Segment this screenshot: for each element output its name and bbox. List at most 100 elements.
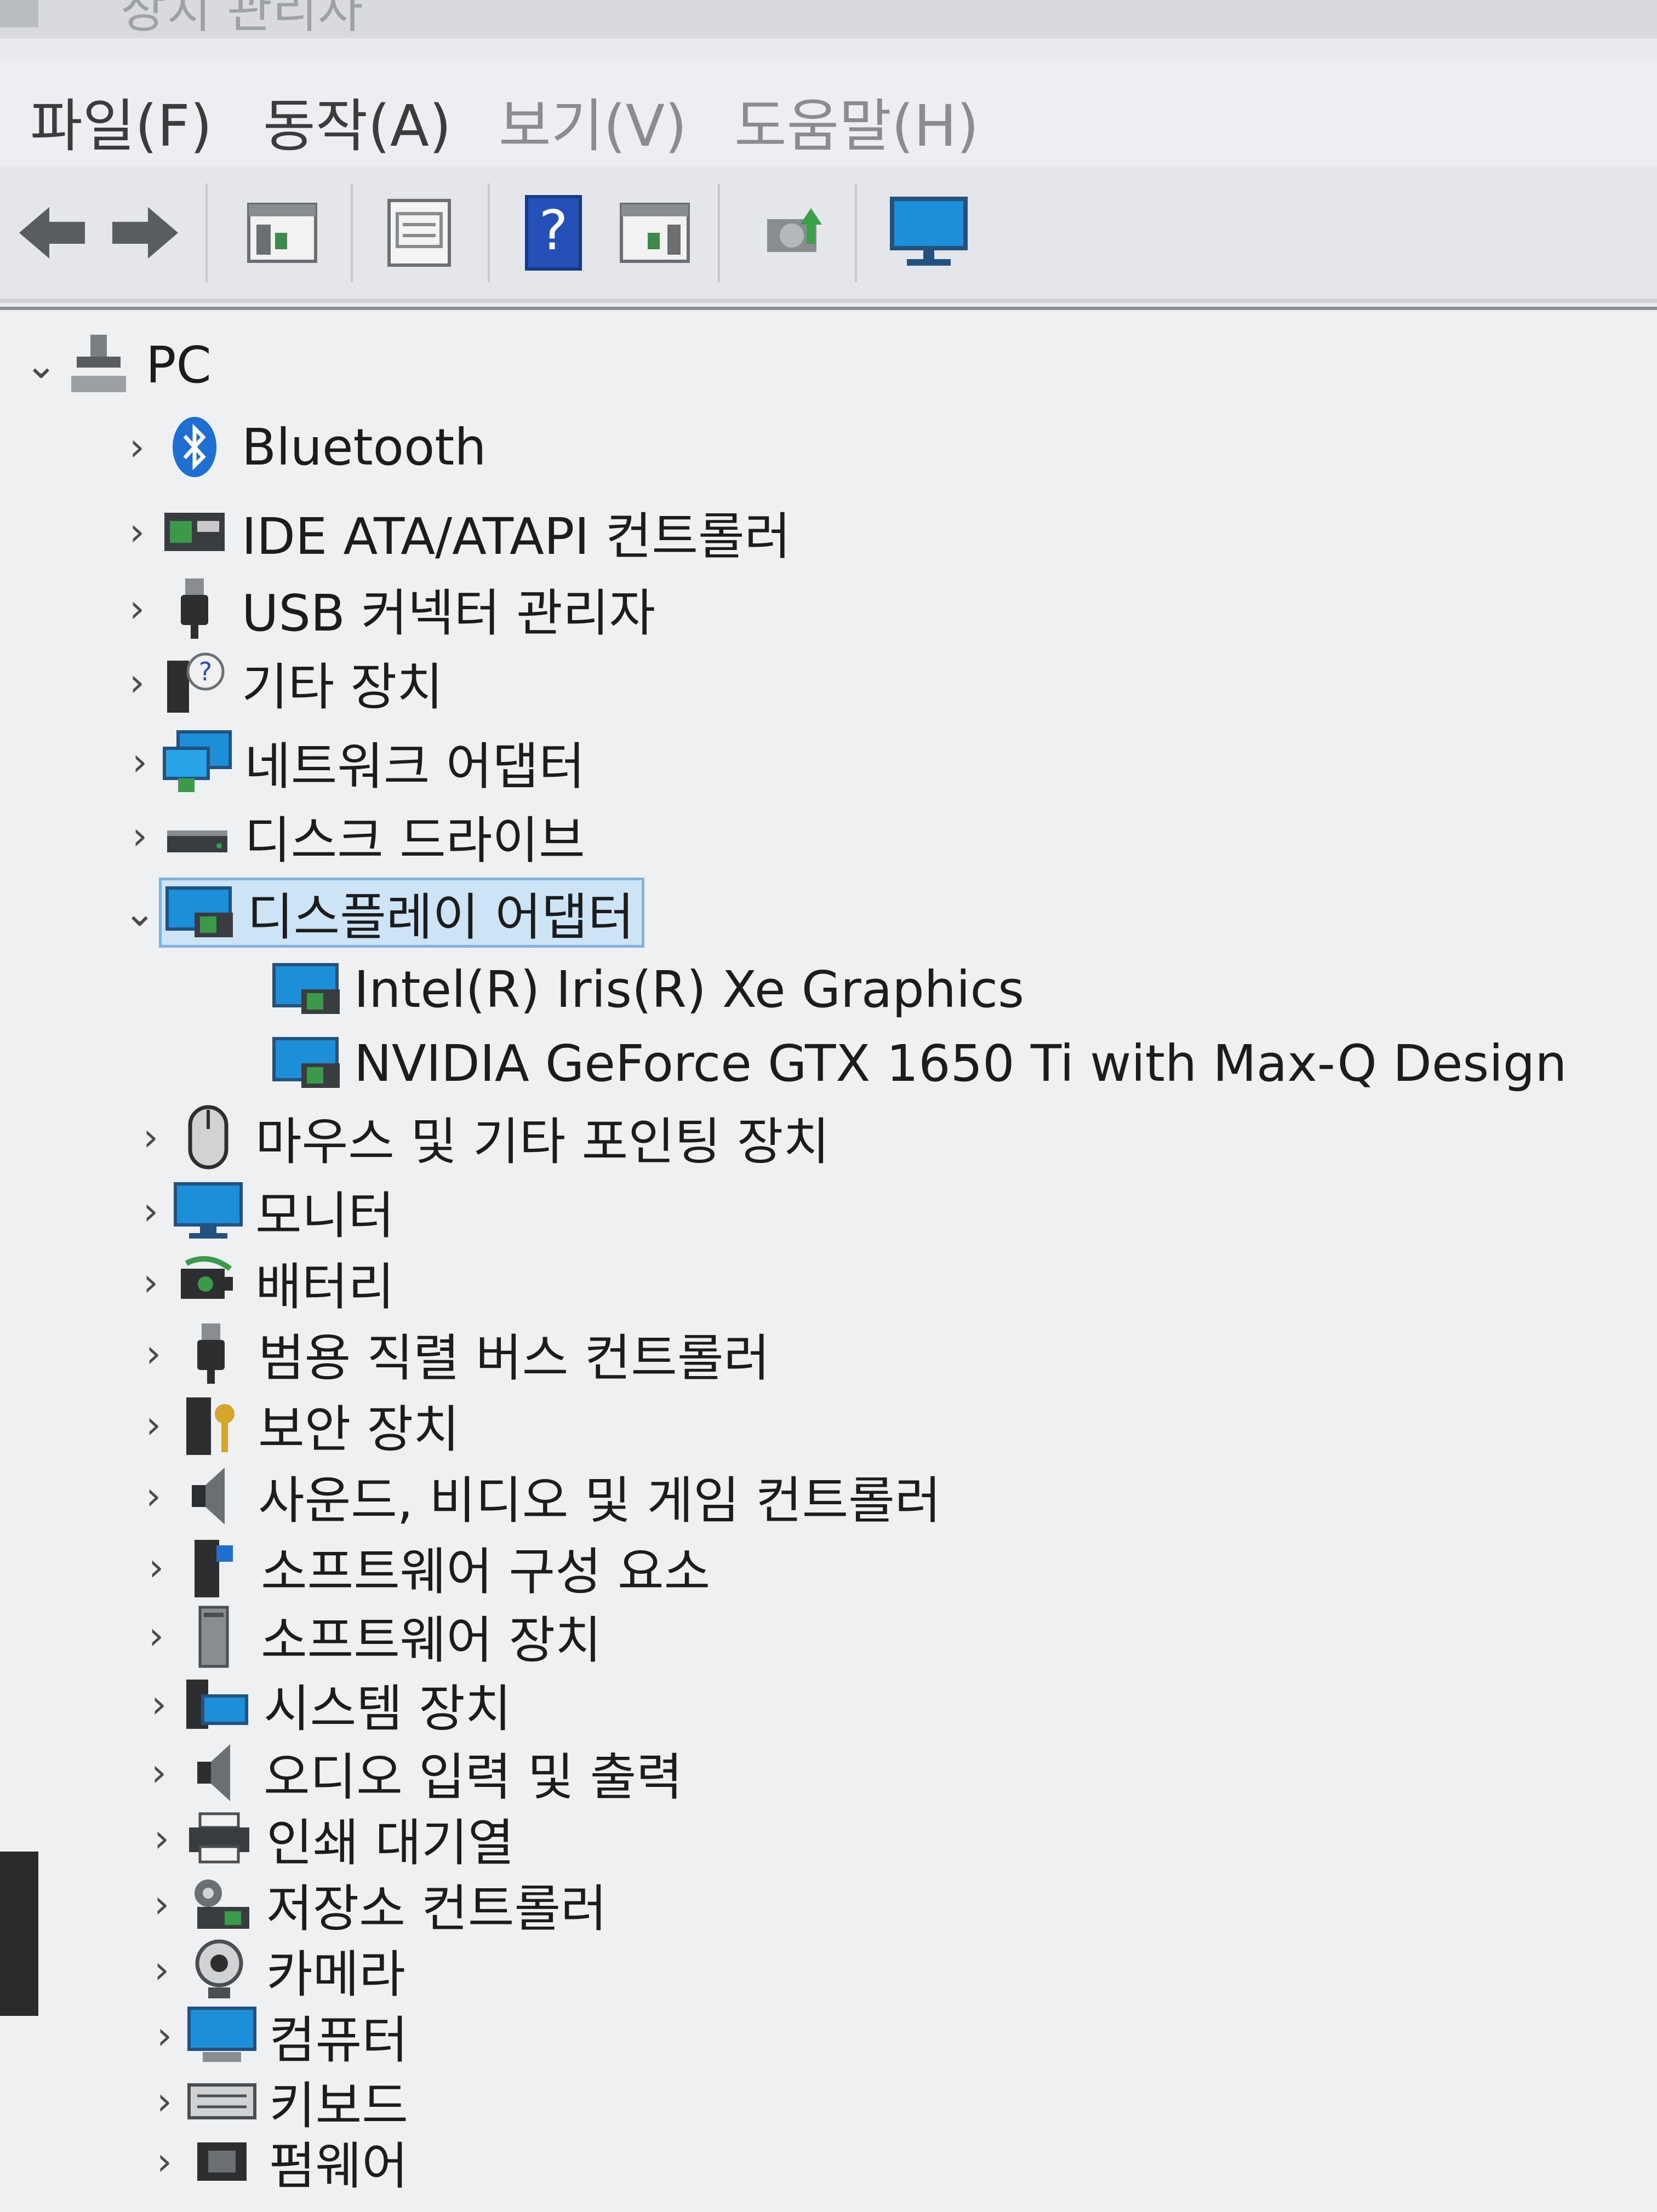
- software-device-icon: [175, 1603, 252, 1669]
- tree-item-nvidia-geforce-gtx-1650-ti[interactable]: NVIDIA GeForce GTX 1650 Ti with Max-Q De…: [268, 1030, 1567, 1096]
- tree-label: 저장소 컨트롤러: [266, 1879, 607, 1938]
- tree-label: 시스템 장치: [264, 1679, 512, 1738]
- tree-item-usb-controllers[interactable]: › 범용 직렬 버스 컨트롤러: [134, 1321, 770, 1388]
- tree-item-batteries[interactable]: › 배터리: [132, 1250, 395, 1316]
- chevron-right-icon[interactable]: ›: [118, 499, 156, 565]
- tree-label: 모니터: [255, 1186, 395, 1245]
- menu-view[interactable]: 보기(V): [499, 79, 687, 162]
- chevron-right-icon[interactable]: ›: [142, 1806, 181, 1871]
- tree-item-sound-video-game-controllers[interactable]: › 사운드, 비디오 및 게임 컨트롤러: [134, 1463, 941, 1530]
- help-button[interactable]: ?: [515, 194, 592, 271]
- monitor-icon: [890, 197, 968, 266]
- chevron-right-icon[interactable]: ›: [118, 576, 156, 641]
- tree-item-disk-drives[interactable]: › 디스크 드라이브: [121, 803, 585, 870]
- software-component-icon: [175, 1534, 252, 1600]
- tree-root-pc[interactable]: ⌄ PC: [22, 332, 212, 398]
- tree-item-cameras[interactable]: › 카메라: [142, 1937, 405, 2004]
- menu-help[interactable]: 도움말(H): [734, 79, 979, 162]
- chevron-right-icon[interactable]: ›: [145, 2129, 184, 2194]
- tree-label: 보안 장치: [258, 1400, 460, 1459]
- tree-label: 마우스 및 기타 포인팅 장치: [255, 1112, 830, 1171]
- tree-item-system-devices[interactable]: › 시스템 장치: [140, 1671, 511, 1738]
- chevron-down-icon[interactable]: ⌄: [121, 880, 159, 945]
- chevron-right-icon[interactable]: ›: [132, 1250, 170, 1315]
- chevron-right-icon[interactable]: ›: [118, 414, 156, 480]
- monitor-icon: [170, 1178, 247, 1244]
- chevron-right-icon[interactable]: ›: [142, 1937, 181, 2003]
- tree-item-computer[interactable]: › 컴퓨터: [145, 2003, 408, 2070]
- chevron-right-icon[interactable]: ›: [134, 1392, 173, 1458]
- svg-text:?: ?: [199, 657, 212, 686]
- tree-label: 디스크 드라이브: [244, 811, 585, 870]
- chevron-right-icon[interactable]: ›: [134, 1463, 173, 1529]
- chevron-right-icon[interactable]: ›: [132, 1178, 170, 1244]
- tree-item-monitors[interactable]: › 모니터: [132, 1178, 395, 1245]
- tree-item-usb-connector-manager[interactable]: › USB 커넥터 관리자: [118, 576, 655, 643]
- properties-button[interactable]: [378, 194, 460, 271]
- window-edge-shadow: [0, 1852, 38, 2016]
- tree-item-bluetooth[interactable]: › Bluetooth: [118, 414, 487, 480]
- tree-label: 기타 장치: [242, 657, 443, 717]
- back-button[interactable]: [11, 194, 93, 271]
- menu-action[interactable]: 동작(A): [263, 79, 452, 162]
- chevron-right-icon[interactable]: ›: [118, 650, 156, 715]
- chevron-right-icon[interactable]: ›: [142, 1871, 181, 1937]
- chevron-down-icon[interactable]: ⌄: [22, 332, 60, 398]
- ide-controller-icon: [156, 499, 233, 565]
- action-pane-icon: [620, 203, 690, 263]
- tree-item-keyboards[interactable]: › 키보드: [145, 2068, 408, 2135]
- tree-item-mice-pointing-devices[interactable]: › 마우스 및 기타 포인팅 장치: [132, 1104, 830, 1171]
- tree-item-print-queues[interactable]: › 인쇄 대기열: [142, 1806, 514, 1872]
- tree-label: 오디오 입력 및 출력: [264, 1747, 683, 1807]
- network-adapter-icon: [159, 729, 236, 795]
- speaker-icon: [178, 1740, 255, 1806]
- toolbar-separator: [488, 184, 490, 282]
- tree-item-storage-controllers[interactable]: › 저장소 컨트롤러: [142, 1871, 607, 1938]
- tree-item-security-devices[interactable]: › 보안 장치: [134, 1392, 460, 1459]
- chevron-right-icon[interactable]: ›: [145, 2003, 184, 2068]
- chevron-right-icon[interactable]: ›: [137, 1603, 175, 1669]
- tree-item-display-adapters[interactable]: ⌄ 디스플레이 어댑터: [121, 878, 645, 948]
- storage-controller-icon: [181, 1871, 258, 1937]
- keyboard-icon: [184, 2068, 260, 2134]
- scan-hardware-button[interactable]: [882, 194, 975, 271]
- chevron-right-icon[interactable]: ›: [140, 1740, 178, 1806]
- toolbar: ?: [0, 167, 1657, 303]
- tree-item-network-adapters[interactable]: › 네트워크 어댑터: [121, 729, 585, 796]
- tree-item-software-components[interactable]: › 소프트웨어 구성 요소: [137, 1534, 710, 1601]
- printer-icon: [181, 1806, 258, 1871]
- update-driver-button[interactable]: [751, 194, 833, 271]
- tree-label: 펌웨어: [269, 2136, 408, 2196]
- device-tree: ⌄ PC › Bluetooth › IDE ATA/ATAPI 컨트롤러 › …: [0, 307, 1657, 2212]
- tree-label: 네트워크 어댑터: [244, 737, 585, 796]
- tree-item-audio-inputs-outputs[interactable]: › 오디오 입력 및 출력: [140, 1740, 683, 1807]
- tree-label: 소프트웨어 구성 요소: [261, 1542, 711, 1601]
- menu-file[interactable]: 파일(F): [30, 79, 212, 162]
- chevron-right-icon[interactable]: ›: [121, 803, 159, 869]
- usb-plug-icon: [156, 576, 233, 641]
- tree-item-other-devices[interactable]: › ? 기타 장치: [118, 650, 443, 717]
- firmware-icon: [184, 2129, 260, 2194]
- show-hide-console-tree-button[interactable]: [241, 194, 323, 271]
- forward-button[interactable]: [104, 194, 186, 271]
- tree-item-firmware[interactable]: › 펌웨어: [145, 2129, 408, 2196]
- tree-item-intel-iris-xe-graphics[interactable]: Intel(R) Iris(R) Xe Graphics: [268, 956, 1024, 1022]
- chevron-right-icon[interactable]: ›: [145, 2068, 184, 2134]
- toolbar-separator: [718, 184, 720, 282]
- back-icon: [19, 207, 85, 259]
- action-pane-button[interactable]: [614, 194, 696, 271]
- display-adapter-icon: [268, 956, 345, 1022]
- tree-label: 컴퓨터: [269, 2010, 408, 2070]
- help-icon: ?: [525, 195, 582, 271]
- chevron-right-icon[interactable]: ›: [134, 1321, 173, 1386]
- tree-item-software-devices[interactable]: › 소프트웨어 장치: [137, 1603, 602, 1670]
- chevron-right-icon[interactable]: ›: [140, 1671, 178, 1737]
- tree-item-ide-ata-atapi[interactable]: › IDE ATA/ATAPI 컨트롤러: [118, 499, 791, 566]
- computer-monitor-icon: [184, 2003, 260, 2068]
- chevron-right-icon[interactable]: ›: [132, 1104, 170, 1170]
- selection-highlight[interactable]: 디스플레이 어댑터: [159, 878, 645, 948]
- chevron-right-icon[interactable]: ›: [121, 729, 159, 795]
- chevron-right-icon[interactable]: ›: [137, 1534, 175, 1600]
- usb-plug-icon: [173, 1321, 249, 1386]
- properties-icon: [387, 199, 451, 267]
